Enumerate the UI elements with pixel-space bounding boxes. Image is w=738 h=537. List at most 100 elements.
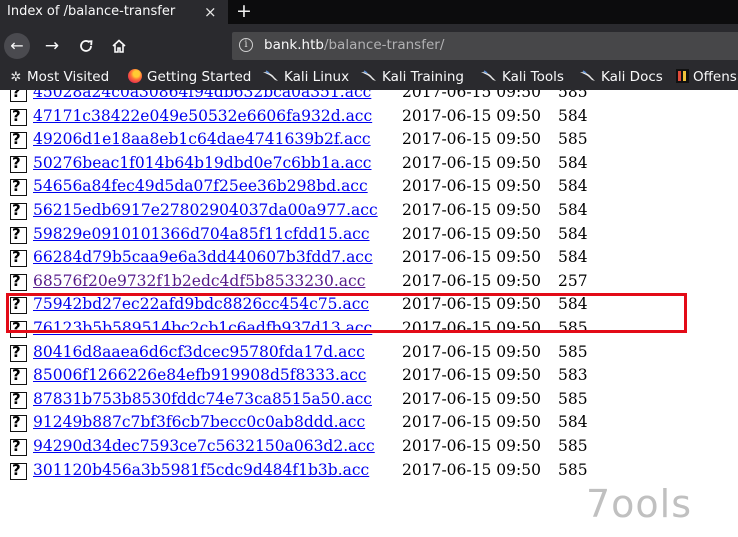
bookmark-offensive-security[interactable]: Offens	[676, 69, 737, 85]
file-date: 2017-06-15 09:50	[402, 248, 541, 267]
bookmark-getting-started[interactable]: Getting Started	[128, 69, 251, 85]
question-mark-glyph: ?	[12, 224, 21, 243]
unknown-file-icon[interactable]: ?	[10, 90, 27, 102]
file-size: 585	[558, 319, 588, 337]
file-link[interactable]: 66284d79b5caa9e6a3dd440607b3fdd7.acc	[33, 248, 373, 266]
file-date: 2017-06-15 09:50	[402, 437, 541, 455]
file-row: ? 91249b887c7bf3f6cb7becc0c0ab8ddd.acc 201…	[0, 412, 738, 436]
file-date: 2017-06-15 09:50	[402, 177, 541, 196]
question-mark-glyph: ?	[12, 295, 21, 314]
question-mark-glyph: ?	[12, 177, 21, 196]
unknown-file-icon[interactable]: ?	[10, 319, 27, 338]
new-tab-button[interactable]: +	[236, 0, 252, 22]
file-row: ? 47171c38422e049e50532e6606fa932d.acc 201…	[0, 106, 738, 130]
question-mark-glyph: ?	[12, 90, 21, 101]
file-row: ? 66284d79b5caa9e6a3dd440607b3fdd7.acc 201…	[0, 247, 738, 271]
file-row: ? 301120b456a3b5981f5cdc9d484f1b3b.acc 201…	[0, 460, 738, 484]
file-size: 584	[558, 295, 588, 314]
question-mark-glyph: ?	[12, 342, 21, 361]
file-link[interactable]: 50276beac1f014b64b19dbd0e7c6bb1a.acc	[33, 154, 371, 172]
bookmark-kali-tools[interactable]: Kali Tools	[480, 69, 564, 85]
browser-tab[interactable]: Index of /balance-transfer ×	[0, 0, 228, 24]
bookmarks-toolbar: ✲ Most Visited Getting Started Kali Linux…	[0, 66, 738, 90]
file-row: ? 50276beac1f014b64b19dbd0e7c6bb1a.acc 201…	[0, 153, 738, 177]
kali-dragon-icon	[481, 70, 496, 81]
file-row: ? 59829e0910101366d704a85f11cfdd15.acc 201…	[0, 224, 738, 248]
file-size: 257	[558, 271, 588, 290]
file-link[interactable]: 301120b456a3b5981f5cdc9d484f1b3b.acc	[33, 461, 369, 479]
file-size: 585	[558, 437, 588, 455]
bookmark-kali-linux[interactable]: Kali Linux	[262, 69, 349, 85]
question-mark-glyph: ?	[12, 106, 21, 125]
file-link[interactable]: 59829e0910101366d704a85f11cfdd15.acc	[33, 225, 370, 243]
question-mark-glyph: ?	[12, 130, 21, 149]
file-size: 584	[558, 177, 588, 196]
file-date: 2017-06-15 09:50	[402, 413, 541, 432]
file-size: 584	[558, 224, 588, 243]
file-row: ? 56215edb6917e27802904037da00a977.acc 201…	[0, 200, 738, 224]
unknown-file-icon[interactable]: ?	[10, 413, 27, 433]
file-link[interactable]: 80416d8aaea6d6cf3dcec95780fda17d.acc	[33, 343, 365, 361]
file-size: 585	[558, 130, 588, 149]
unknown-file-icon[interactable]: ?	[10, 389, 27, 409]
unknown-file-icon[interactable]: ?	[10, 130, 27, 150]
question-mark-glyph: ?	[12, 319, 21, 337]
site-info-icon[interactable]: i	[239, 38, 253, 52]
file-link[interactable]: 47171c38422e049e50532e6606fa932d.acc	[33, 107, 372, 125]
file-row: ? 80416d8aaea6d6cf3dcec95780fda17d.acc 201…	[0, 342, 738, 366]
unknown-file-icon[interactable]: ?	[10, 177, 27, 197]
url-text[interactable]: bank.htb/balance-transfer/	[264, 37, 444, 53]
unknown-file-icon[interactable]: ?	[10, 224, 27, 244]
file-size: 585	[558, 389, 588, 408]
firefox-icon	[128, 69, 142, 83]
kali-dragon-icon	[263, 70, 278, 81]
file-link[interactable]: 87831b753b8530fddc74e73ca8515a50.acc	[33, 390, 372, 408]
file-link[interactable]: 56215edb6917e27802904037da00a977.acc	[33, 201, 378, 219]
address-bar[interactable]: i bank.htb/balance-transfer/	[232, 32, 738, 60]
reload-button[interactable]	[73, 33, 99, 59]
unknown-file-icon[interactable]: ?	[10, 461, 27, 480]
file-link[interactable]: 91249b887c7bf3f6cb7becc0c0ab8ddd.acc	[33, 413, 365, 431]
file-date: 2017-06-15 09:50	[402, 295, 541, 314]
file-row: ? 87831b753b8530fddc74e73ca8515a50.acc 201…	[0, 389, 738, 413]
question-mark-glyph: ?	[12, 389, 21, 408]
unknown-file-icon[interactable]: ?	[10, 248, 27, 268]
unknown-file-icon[interactable]: ?	[10, 201, 27, 220]
file-date: 2017-06-15 09:50	[402, 271, 541, 290]
file-link[interactable]: 68576f20e9732f1b2edc4df5b8533230.acc	[33, 272, 365, 290]
file-row: ? 45028a24c0a30864f94db632bca0a351.acc 201…	[0, 90, 738, 106]
file-row: ? 68576f20e9732f1b2edc4df5b8533230.acc 201…	[0, 271, 738, 295]
close-tab-icon[interactable]: ×	[204, 3, 217, 21]
home-button[interactable]	[106, 33, 132, 59]
file-size: 585	[558, 90, 588, 101]
file-size: 585	[558, 460, 588, 479]
unknown-file-icon[interactable]: ?	[10, 154, 27, 173]
unknown-file-icon[interactable]: ?	[10, 272, 27, 291]
file-link[interactable]: 76123b5b589514bc2cb1c6adfb937d13.acc	[33, 319, 372, 337]
offsec-icon	[676, 69, 689, 83]
file-link[interactable]: 75942bd27ec22afd9bdc8826cc454c75.acc	[33, 295, 369, 313]
file-row: ? 76123b5b589514bc2cb1c6adfb937d13.acc 201…	[0, 318, 738, 342]
unknown-file-icon[interactable]: ?	[10, 437, 27, 456]
file-link[interactable]: 54656a84fec49d5da07f25ee36b298bd.acc	[33, 177, 368, 195]
bookmark-kali-training[interactable]: Kali Training	[360, 69, 464, 85]
file-link[interactable]: 94290d34dec7593ce7c5632150a063d2.acc	[33, 437, 375, 455]
file-link[interactable]: 49206d1e18aa8eb1c64dae4741639b2f.acc	[33, 130, 371, 148]
navigation-toolbar: ← → i bank.htb/balance-transfer/	[0, 24, 738, 66]
bookmark-most-visited[interactable]: ✲ Most Visited	[8, 69, 110, 85]
unknown-file-icon[interactable]: ?	[10, 342, 27, 362]
bookmark-kali-docs[interactable]: Kali Docs	[579, 69, 663, 85]
file-link[interactable]: 45028a24c0a30864f94db632bca0a351.acc	[33, 90, 371, 101]
question-mark-glyph: ?	[12, 248, 21, 267]
unknown-file-icon[interactable]: ?	[10, 366, 27, 386]
unknown-file-icon[interactable]: ?	[10, 106, 27, 126]
file-link[interactable]: 85006f1266226e84efb919908d5f8333.acc	[33, 366, 366, 384]
back-button[interactable]: ←	[4, 33, 30, 59]
file-size: 584	[558, 201, 588, 219]
forward-button[interactable]: →	[39, 33, 65, 59]
file-size: 584	[558, 153, 588, 172]
file-row: ? 75942bd27ec22afd9bdc8826cc454c75.acc 201…	[0, 294, 738, 318]
unknown-file-icon[interactable]: ?	[10, 295, 27, 315]
file-date: 2017-06-15 09:50	[402, 319, 541, 337]
file-date: 2017-06-15 09:50	[402, 130, 541, 149]
